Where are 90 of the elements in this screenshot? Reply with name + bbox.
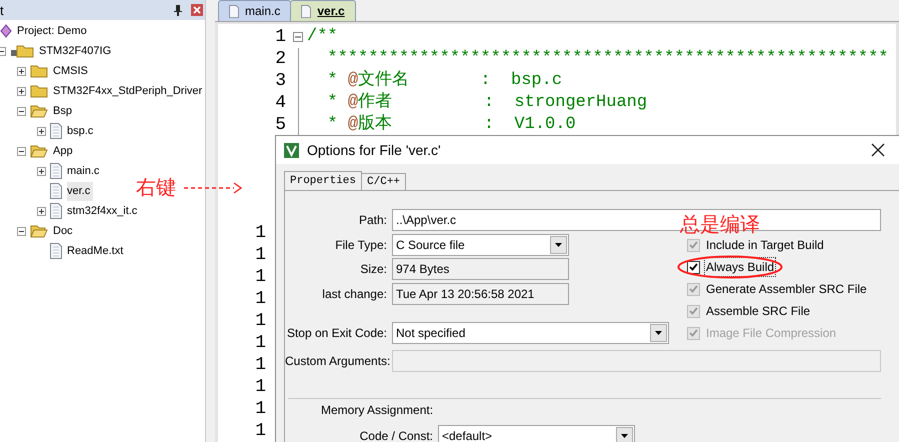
expand-icon[interactable]	[37, 206, 46, 216]
folder-icon	[30, 84, 48, 98]
line-number: 1	[254, 288, 267, 310]
tree-item[interactable]: Project: Demo	[17, 22, 90, 40]
app-icon	[284, 142, 299, 158]
expand-icon[interactable]	[17, 86, 26, 96]
tree-item[interactable]: STM32F407IG	[39, 42, 114, 60]
expand-icon[interactable]	[37, 126, 46, 136]
line-number: 5	[274, 114, 287, 136]
code-line: /**	[306, 26, 338, 48]
checkbox-label[interactable]: Always Build	[704, 257, 776, 277]
line-number: 1	[254, 420, 267, 442]
collapse-icon[interactable]	[17, 226, 26, 236]
file-icon	[50, 123, 62, 139]
tree-item[interactable]: ReadMe.txt	[67, 242, 126, 260]
last-change-field: Tue Apr 13 20:56:58 2021	[392, 283, 569, 305]
annotation-arrow	[184, 182, 242, 194]
caret-icon	[621, 434, 628, 438]
code-line: * @版本 : V1.0.0	[326, 114, 576, 136]
line-number: 1	[254, 310, 267, 332]
checkbox-label[interactable]: Include in Target Build	[704, 235, 826, 255]
file-icon	[50, 183, 62, 199]
file-icon	[301, 4, 312, 18]
file-icon	[229, 4, 239, 18]
field-label: last change:	[321, 286, 388, 303]
tree-item[interactable]: App	[53, 142, 76, 160]
line-number: 1	[254, 332, 267, 354]
line-number: 1	[254, 354, 267, 376]
pin-icon	[173, 4, 183, 16]
line-number: 1	[274, 26, 287, 48]
tree-item[interactable]: stm32f4xx_it.c	[67, 202, 140, 220]
caret-icon	[655, 331, 662, 335]
tree-item[interactable]: Doc	[53, 222, 76, 240]
code-line: * @作者 : strongerHuang	[326, 92, 648, 114]
tree-item[interactable]: CMSIS	[53, 62, 91, 80]
code-const-dropdown[interactable]: <default>	[438, 425, 635, 442]
target-folder-icon	[10, 44, 34, 58]
dialog-title: Options for File 'ver.c'	[307, 140, 441, 160]
folder-icon	[30, 144, 48, 158]
tree-item[interactable]: bsp.c	[67, 122, 96, 140]
line-number: 1	[254, 398, 267, 420]
exit-code-dropdown[interactable]: Not specified	[392, 322, 669, 344]
expand-icon[interactable]	[17, 66, 26, 76]
tree-item[interactable]: STM32F4xx_StdPeriph_Driver	[53, 82, 206, 100]
checkbox[interactable]	[687, 304, 700, 318]
dialog-tab[interactable]: C/C++	[361, 173, 406, 190]
checkbox[interactable]	[687, 282, 700, 296]
field-label: File Type:	[334, 237, 388, 254]
tree-item[interactable]: ver.c	[67, 182, 94, 200]
line-number: 3	[274, 70, 287, 92]
file-icon	[50, 243, 62, 259]
editor-tab[interactable]: main.c	[218, 0, 292, 21]
code-line: *******************************************************	[326, 48, 888, 70]
field-label: Path:	[358, 212, 388, 229]
collapse-icon[interactable]	[17, 106, 26, 116]
line-number: 1	[254, 376, 267, 398]
size-field: 974 Bytes	[392, 258, 569, 280]
field-label: Custom Arguments:	[285, 353, 392, 370]
folder-icon	[30, 104, 48, 118]
editor-tab[interactable]: ver.c	[290, 0, 356, 21]
close-icon	[871, 143, 885, 157]
file-type-dropdown[interactable]: C Source file	[392, 234, 569, 256]
line-number: 2	[274, 48, 287, 70]
line-number: 1	[254, 222, 267, 244]
checkbox[interactable]	[687, 238, 700, 252]
panel-title: t	[0, 4, 4, 16]
annotation-text: 右键	[136, 176, 176, 198]
line-number: 4	[274, 92, 287, 114]
field-label: Stop on Exit Code:	[286, 325, 388, 342]
field-label: Size:	[359, 261, 388, 278]
checkbox-label[interactable]: Assemble SRC File	[704, 301, 812, 321]
checkbox-label[interactable]: Generate Assembler SRC File	[704, 279, 869, 299]
section-label: Memory Assignment:	[321, 402, 434, 419]
tree-item[interactable]: main.c	[67, 162, 102, 180]
collapse-icon[interactable]	[17, 146, 26, 156]
checkbox[interactable]	[687, 260, 700, 274]
project-icon	[0, 24, 12, 38]
field-label: Code / Const:	[358, 428, 434, 442]
dialog-tab[interactable]: Properties	[284, 171, 362, 191]
line-number: 1	[254, 244, 267, 266]
file-icon	[50, 163, 62, 179]
code-editor[interactable]	[218, 24, 896, 442]
folder-icon	[30, 224, 48, 238]
folder-icon	[30, 64, 48, 78]
tree-item[interactable]: Bsp	[53, 102, 75, 120]
line-number: 1	[254, 266, 267, 288]
expand-icon[interactable]	[37, 166, 46, 176]
code-line: * @文件名 : bsp.c	[326, 70, 562, 92]
file-icon	[50, 203, 62, 219]
caret-icon	[555, 243, 562, 247]
